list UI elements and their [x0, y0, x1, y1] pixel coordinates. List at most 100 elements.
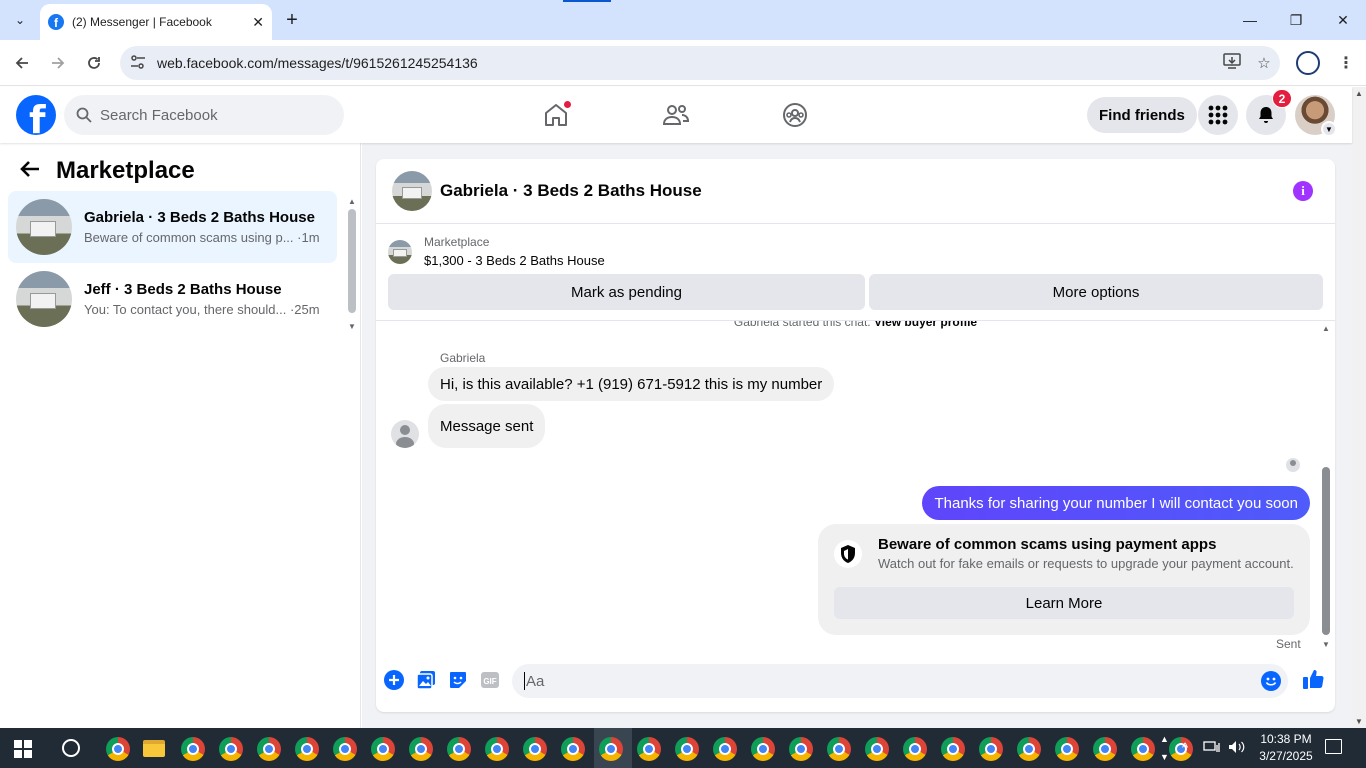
- browser-toolbar: web.facebook.com/messages/t/961526124525…: [0, 40, 1366, 86]
- search-circle-icon[interactable]: [62, 739, 80, 757]
- inbox-scrollbar[interactable]: ▲ ▼: [346, 197, 358, 331]
- chrome-window-taskbar-icon[interactable]: [865, 737, 889, 761]
- chrome-window-taskbar-icon[interactable]: [637, 737, 661, 761]
- scroll-down-arrow-icon[interactable]: ▼: [1355, 717, 1363, 726]
- chrome-window-taskbar-icon[interactable]: [409, 737, 433, 761]
- tab-search-icon[interactable]: ⌄: [8, 8, 32, 32]
- chevron-down-icon[interactable]: ▼: [1321, 121, 1337, 137]
- gif-icon[interactable]: GIF: [479, 669, 501, 691]
- windows-start-icon[interactable]: [14, 740, 32, 758]
- mark-as-pending-button[interactable]: Mark as pending: [388, 274, 865, 310]
- conversation-item[interactable]: Jeff · 3 Beds 2 Baths House You: To cont…: [8, 263, 337, 335]
- chrome-window-taskbar-icon[interactable]: [1017, 737, 1041, 761]
- taskbar-scroll-arrows[interactable]: ▲ ▼: [1160, 730, 1169, 766]
- chrome-window-taskbar-icon[interactable]: [827, 737, 851, 761]
- chrome-window-taskbar-icon[interactable]: [333, 737, 357, 761]
- restore-button[interactable]: ❐: [1284, 8, 1308, 32]
- back-arrow-icon[interactable]: [20, 158, 40, 184]
- incoming-message[interactable]: Hi, is this available? +1 (919) 671-5912…: [428, 367, 835, 401]
- scrollbar-thumb[interactable]: [348, 209, 356, 313]
- facebook-logo-icon[interactable]: f: [16, 95, 56, 135]
- minimize-button[interactable]: —: [1238, 8, 1262, 32]
- site-info-icon[interactable]: [130, 54, 148, 72]
- message-status: Sent: [1276, 637, 1301, 650]
- chrome-window-taskbar-icon[interactable]: [941, 737, 965, 761]
- chrome-window-taskbar-icon[interactable]: [675, 737, 699, 761]
- address-bar[interactable]: web.facebook.com/messages/t/961526124525…: [120, 46, 1280, 80]
- chrome-window-taskbar-icon[interactable]: [1131, 737, 1155, 761]
- menu-grid-icon[interactable]: [1198, 95, 1238, 135]
- url-text[interactable]: web.facebook.com/messages/t/961526124525…: [157, 55, 1216, 71]
- search-box[interactable]: [64, 95, 344, 135]
- back-icon[interactable]: [10, 51, 34, 75]
- close-window-button[interactable]: ✕: [1331, 8, 1355, 32]
- tray-overflow-icon[interactable]: ^: [1182, 740, 1188, 755]
- sender-avatar[interactable]: [391, 420, 419, 448]
- facebook-favicon-icon: f: [48, 14, 64, 30]
- groups-icon[interactable]: [780, 100, 810, 130]
- notification-center-icon[interactable]: [1325, 739, 1342, 754]
- find-friends-button[interactable]: Find friends: [1087, 97, 1197, 133]
- incoming-message[interactable]: Message sent: [428, 404, 546, 448]
- tab-close-icon[interactable]: ✕: [252, 14, 264, 31]
- system-clock[interactable]: 10:38 PM 3/27/2025: [1254, 731, 1318, 765]
- more-options-button[interactable]: More options: [869, 274, 1323, 310]
- bookmark-star-icon[interactable]: ☆: [1248, 54, 1280, 72]
- chrome-window-taskbar-icon[interactable]: [599, 737, 623, 761]
- chrome-window-taskbar-icon[interactable]: [561, 737, 585, 761]
- like-icon[interactable]: [1302, 668, 1324, 690]
- scroll-up-arrow-icon[interactable]: ▲: [1355, 89, 1363, 98]
- view-buyer-profile-link[interactable]: View buyer profile: [874, 321, 977, 329]
- chrome-window-taskbar-icon[interactable]: [523, 737, 547, 761]
- emoji-icon[interactable]: [1260, 670, 1282, 697]
- chrome-window-taskbar-icon[interactable]: [295, 737, 319, 761]
- photo-icon[interactable]: [415, 669, 437, 691]
- panel-title: Marketplace: [56, 157, 195, 184]
- message-input-box[interactable]: [512, 664, 1288, 698]
- profile-icon[interactable]: [1296, 51, 1320, 75]
- conversation-item[interactable]: Gabriela · 3 Beds 2 Baths House Beware o…: [8, 191, 337, 263]
- message-input[interactable]: [526, 672, 1226, 690]
- thread-scrollbar[interactable]: ▲ ▼: [1320, 324, 1332, 649]
- new-tab-button[interactable]: +: [282, 8, 302, 32]
- scroll-up-arrow-icon[interactable]: ▲: [1322, 324, 1330, 333]
- chrome-taskbar-icon[interactable]: [106, 737, 130, 761]
- listing-summary[interactable]: Marketplace $1,300 - 3 Beds 2 Baths Hous…: [388, 235, 605, 268]
- learn-more-button[interactable]: Learn More: [834, 587, 1294, 619]
- chrome-window-taskbar-icon[interactable]: [751, 737, 775, 761]
- add-icon[interactable]: [383, 669, 405, 691]
- scrollbar-thumb[interactable]: [1322, 467, 1330, 635]
- sticker-icon[interactable]: [447, 669, 469, 691]
- chrome-window-taskbar-icon[interactable]: [979, 737, 1003, 761]
- outgoing-message[interactable]: Thanks for sharing your number I will co…: [922, 486, 1310, 520]
- chrome-window-taskbar-icon[interactable]: [1169, 737, 1193, 761]
- info-icon[interactable]: i: [1293, 181, 1313, 201]
- chrome-window-taskbar-icon[interactable]: [181, 737, 205, 761]
- reload-icon[interactable]: [82, 51, 106, 75]
- scroll-down-arrow-icon[interactable]: ▼: [1322, 640, 1330, 649]
- browser-tab[interactable]: f (2) Messenger | Facebook ✕: [40, 4, 272, 40]
- scroll-down-arrow-icon[interactable]: ▼: [348, 322, 356, 331]
- chrome-window-taskbar-icon[interactable]: [713, 737, 737, 761]
- chrome-window-taskbar-icon[interactable]: [219, 737, 243, 761]
- chrome-window-taskbar-icon[interactable]: [1055, 737, 1079, 761]
- more-menu-icon[interactable]: ⋮: [1334, 51, 1358, 75]
- file-explorer-icon[interactable]: [143, 740, 165, 757]
- chrome-window-taskbar-icon[interactable]: [485, 737, 509, 761]
- search-input[interactable]: [100, 106, 320, 124]
- network-icon[interactable]: [1203, 740, 1221, 757]
- page-scrollbar[interactable]: ▲ ▼: [1352, 87, 1366, 728]
- chrome-window-taskbar-icon[interactable]: [371, 737, 395, 761]
- install-app-icon[interactable]: [1216, 53, 1248, 73]
- listing-thumbnail[interactable]: [392, 171, 432, 211]
- chrome-window-taskbar-icon[interactable]: [903, 737, 927, 761]
- volume-icon[interactable]: [1228, 740, 1246, 757]
- chrome-window-taskbar-icon[interactable]: [789, 737, 813, 761]
- chrome-window-taskbar-icon[interactable]: [257, 737, 281, 761]
- chat-title[interactable]: Gabriela · 3 Beds 2 Baths House: [440, 181, 702, 201]
- forward-icon[interactable]: [46, 51, 70, 75]
- chrome-window-taskbar-icon[interactable]: [447, 737, 471, 761]
- scroll-up-arrow-icon[interactable]: ▲: [348, 197, 356, 206]
- friends-icon[interactable]: [661, 100, 691, 130]
- chrome-window-taskbar-icon[interactable]: [1093, 737, 1117, 761]
